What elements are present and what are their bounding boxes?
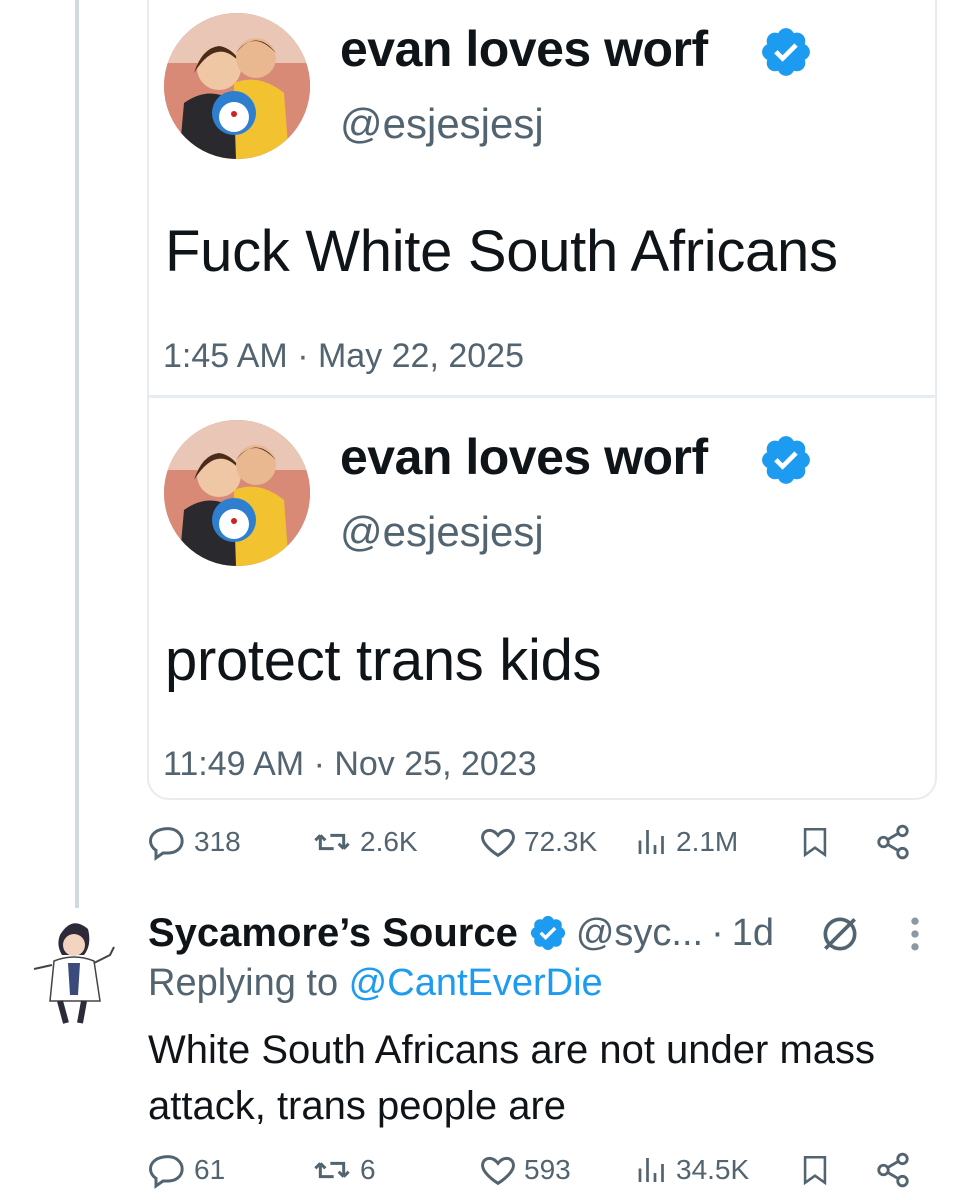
view-count: 2.1M (676, 826, 739, 857)
verified-badge-icon (762, 436, 810, 484)
share-button[interactable] (874, 822, 912, 862)
reply-count: 318 (194, 826, 241, 857)
like-icon (481, 828, 515, 858)
like-count: 593 (524, 1154, 571, 1185)
replying-to: Replying to @CantEverDie (148, 962, 603, 1005)
tweet-timestamp[interactable]: 11:49 AM · Nov 25, 2023 (163, 745, 537, 784)
tweet-text: protect trans kids (165, 628, 602, 693)
author-name[interactable]: evan loves worf (340, 20, 708, 78)
reply-author-name[interactable]: Sycamore’s Source (148, 911, 518, 956)
reply-actions: 61 6 593 34.5K (148, 1150, 918, 1200)
views-button[interactable]: 2.1M (634, 822, 738, 862)
bookmark-button[interactable] (798, 1150, 832, 1190)
quoted-tweet-divider (149, 395, 935, 398)
repost-button[interactable]: 2.6K (310, 822, 418, 862)
views-icon (638, 1158, 664, 1182)
verified-badge-icon (530, 915, 565, 951)
share-icon (877, 1152, 909, 1188)
reply-button[interactable]: 318 (148, 822, 241, 862)
share-icon (877, 824, 909, 860)
reply-author-handle[interactable]: @syc... (576, 912, 703, 955)
more-icon[interactable] (905, 912, 925, 956)
reply-icon (148, 827, 184, 861)
verified-badge-icon (762, 28, 810, 76)
share-button[interactable] (874, 1150, 912, 1190)
repost-count: 6 (360, 1154, 376, 1185)
reply-header: Sycamore’s Source @syc... · 1d (148, 905, 774, 961)
tweet-timestamp[interactable]: 1:45 AM · May 22, 2025 (163, 337, 524, 376)
bookmark-icon (803, 1155, 827, 1186)
thread-line (75, 0, 79, 908)
avatar[interactable] (22, 905, 122, 1025)
reply-icon (148, 1155, 184, 1189)
reply-text: White South Africans are not under mass … (148, 1028, 876, 1128)
repost-icon (314, 1161, 350, 1179)
avatar[interactable] (164, 13, 310, 159)
author-name[interactable]: evan loves worf (340, 428, 708, 486)
bookmark-button[interactable] (798, 822, 832, 862)
avatar[interactable] (164, 420, 310, 566)
views-icon (638, 830, 664, 854)
views-button[interactable]: 34.5K (634, 1150, 749, 1190)
replying-prefix: Replying to (148, 962, 349, 1004)
author-handle[interactable]: @esjesjesj (340, 508, 544, 556)
reply-age[interactable]: 1d (732, 912, 774, 955)
like-count: 72.3K (524, 826, 598, 857)
like-button[interactable]: 72.3K (478, 822, 597, 862)
reply-count: 61 (194, 1154, 226, 1185)
view-count: 34.5K (676, 1154, 750, 1185)
grok-icon[interactable] (818, 912, 862, 956)
author-handle[interactable]: @esjesjesj (340, 100, 544, 148)
separator-dot: · (711, 911, 724, 954)
reply-button[interactable]: 61 (148, 1150, 225, 1190)
like-icon (481, 1156, 515, 1186)
repost-icon (314, 833, 350, 851)
like-button[interactable]: 593 (478, 1150, 571, 1190)
tweet-actions: 318 2.6K 72.3K 2.1M (148, 822, 918, 872)
repost-button[interactable]: 6 (310, 1150, 376, 1190)
tweet-text: Fuck White South Africans (165, 219, 838, 284)
bookmark-icon (803, 827, 827, 858)
repost-count: 2.6K (360, 826, 418, 857)
replying-to-mention[interactable]: @CantEverDie (349, 962, 603, 1004)
